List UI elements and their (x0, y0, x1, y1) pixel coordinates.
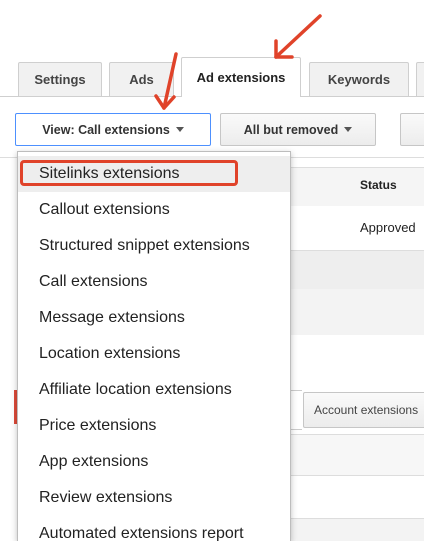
menu-item-label: Call extensions (39, 273, 148, 290)
status-column-header: Status (360, 178, 397, 192)
menu-item-label: Location extensions (39, 345, 181, 362)
caret-down-icon (344, 127, 353, 132)
tab-ads[interactable]: Ads (109, 62, 174, 96)
menu-item-label: Review extensions (39, 489, 173, 506)
view-dropdown-menu: Sitelinks extensions Callout extensions … (17, 151, 291, 541)
tab-label: Ads (129, 72, 154, 87)
table-header (288, 167, 424, 207)
menu-item-label: Price extensions (39, 417, 157, 434)
menu-item-automated-report[interactable]: Automated extensions report (18, 516, 290, 541)
menu-item-label: Affiliate location extensions (39, 381, 232, 398)
menu-item-label: Message extensions (39, 309, 185, 326)
account-extensions-label: Account extensions (314, 403, 419, 417)
status-filter-button[interactable]: All but removed (220, 113, 376, 146)
menu-item-affiliate-location[interactable]: Affiliate location extensions (18, 372, 290, 408)
caret-down-icon (175, 127, 184, 132)
account-extensions-button[interactable]: Account extensions (303, 392, 424, 428)
menu-item-review[interactable]: Review extensions (18, 480, 290, 516)
view-dropdown-label: View: Call extensions (42, 122, 170, 137)
menu-item-structured-snippet[interactable]: Structured snippet extensions (18, 228, 290, 264)
tab-keywords[interactable]: Keywords (309, 62, 409, 96)
menu-item-app[interactable]: App extensions (18, 444, 290, 480)
tab-strip: Settings Ads Ad extensions Keywords (0, 0, 424, 97)
menu-item-label: Structured snippet extensions (39, 237, 250, 254)
menu-item-call[interactable]: Call extensions (18, 264, 290, 300)
menu-item-label: Automated extensions report (39, 525, 244, 541)
tab-label: Settings (34, 72, 86, 87)
menu-item-price[interactable]: Price extensions (18, 408, 290, 444)
status-filter-label: All but removed (243, 122, 339, 137)
table-row (288, 518, 424, 541)
table-summary-row (288, 289, 424, 335)
menu-item-label: Callout extensions (39, 201, 170, 218)
view-dropdown-button[interactable]: View: Call extensions (15, 113, 211, 146)
table-header-secondary (288, 434, 424, 476)
tab-more[interactable] (416, 62, 424, 96)
menu-item-callout[interactable]: Callout extensions (18, 192, 290, 228)
menu-item-label: App extensions (39, 453, 149, 470)
annotation-highlight-box (20, 160, 238, 186)
status-value: Approved (360, 220, 416, 235)
menu-item-message[interactable]: Message extensions (18, 300, 290, 336)
table-footer-row (288, 251, 424, 289)
tab-settings[interactable]: Settings (18, 62, 102, 96)
menu-item-location[interactable]: Location extensions (18, 336, 290, 372)
tab-label: Keywords (327, 72, 391, 87)
tab-label: Ad extensions (196, 70, 286, 85)
tab-ad-extensions[interactable]: Ad extensions (181, 57, 301, 97)
toolbar-extra-button[interactable] (400, 113, 424, 146)
